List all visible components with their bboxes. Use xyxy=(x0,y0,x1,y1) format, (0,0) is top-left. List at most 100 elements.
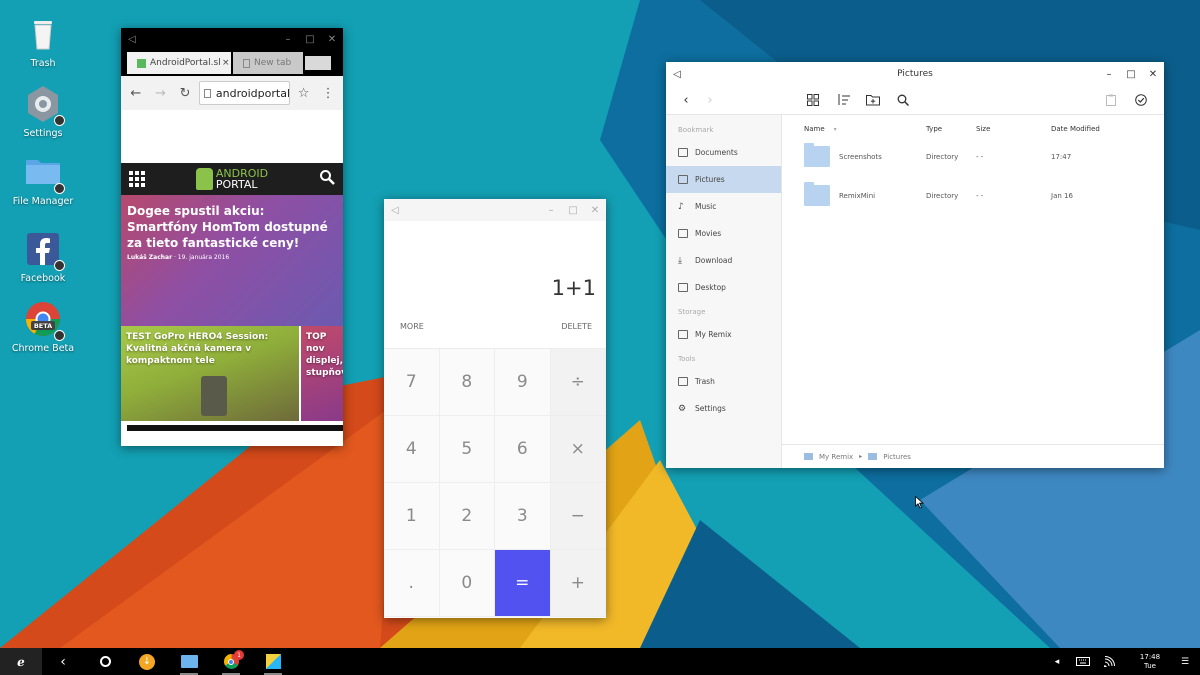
key-equals[interactable]: = xyxy=(495,550,551,617)
column-date-modified[interactable]: Date Modified xyxy=(1051,125,1100,133)
minimize-button[interactable]: – xyxy=(277,28,299,50)
clock-day: Tue xyxy=(1144,661,1156,670)
column-type[interactable]: Type xyxy=(926,125,976,133)
keyboard-icon[interactable] xyxy=(1070,657,1096,666)
sort-icon[interactable] xyxy=(828,86,858,114)
tab-androidportal[interactable]: AndroidPortal.sk × xyxy=(127,52,231,74)
new-tab-button[interactable] xyxy=(305,56,331,70)
search-icon[interactable] xyxy=(888,86,918,114)
sidebar-item-movies[interactable]: Movies xyxy=(666,220,781,247)
start-menu-button[interactable]: ℯ xyxy=(0,648,42,675)
sidebar-item-settings[interactable]: ⚙ Settings xyxy=(666,395,781,422)
folder-icon xyxy=(804,182,830,206)
sub-article-headline[interactable]: TEST GoPro HERO4 Session: Kvalitná akčná… xyxy=(126,331,295,367)
file-row[interactable]: Screenshots Directory - - 17:47 xyxy=(782,137,1164,176)
key-1[interactable]: 1 xyxy=(384,483,440,550)
sidebar-item-download[interactable]: ⤓ Download xyxy=(666,247,781,274)
key-2[interactable]: 2 xyxy=(439,483,495,550)
tab-close-icon[interactable]: × xyxy=(222,58,230,68)
sidebar-item-desktop[interactable]: Desktop xyxy=(666,274,781,301)
key-decimal[interactable]: . xyxy=(384,550,440,617)
sidebar-item-pictures[interactable]: Pictures xyxy=(666,166,781,193)
file-name: Screenshots xyxy=(839,152,882,161)
more-button[interactable]: MORE xyxy=(400,322,424,331)
minimize-button[interactable]: – xyxy=(540,199,562,221)
desktop-icon-facebook[interactable]: Facebook xyxy=(0,229,86,284)
sub-article-top[interactable]: TOP nov displej, stupňov xyxy=(301,326,343,421)
key-7[interactable]: 7 xyxy=(384,349,440,416)
menu-dots-icon[interactable]: ⋮ xyxy=(317,81,339,105)
main-article-headline[interactable]: Dogee spustil akciu: Smartfóny HomTom do… xyxy=(127,203,337,251)
site-logo[interactable]: ANDROID PORTAL xyxy=(195,168,268,190)
home-button[interactable] xyxy=(84,648,126,675)
key-divide[interactable]: ÷ xyxy=(550,349,606,416)
back-triangle-icon[interactable]: ◁ xyxy=(384,199,406,221)
key-6[interactable]: 6 xyxy=(495,416,551,483)
sidebar-section-title: Storage xyxy=(678,308,706,316)
key-multiply[interactable]: × xyxy=(550,416,606,483)
file-row[interactable]: RemixMini Directory - - Jan 16 xyxy=(782,176,1164,215)
network-icon[interactable] xyxy=(1096,656,1122,667)
calculator-window[interactable]: ◁ – □ ✕ 1+1 MORE DELETE 7 8 9 ÷ 4 5 6 × … xyxy=(384,199,606,618)
sidebar-item-music[interactable]: ♪ Music xyxy=(666,193,781,220)
close-button[interactable]: ✕ xyxy=(321,28,343,50)
desktop-icon-file-manager[interactable]: File Manager xyxy=(0,152,86,207)
key-minus[interactable]: − xyxy=(550,483,606,550)
chrome-toolbar: ← → ↻ androidportal.sk ☆ ⋮ xyxy=(121,76,343,110)
tab-new-tab[interactable]: New tab xyxy=(233,52,303,74)
select-check-icon[interactable] xyxy=(1126,86,1156,114)
key-0[interactable]: 0 xyxy=(439,550,495,617)
close-button[interactable]: ✕ xyxy=(584,199,606,221)
key-8[interactable]: 8 xyxy=(439,349,495,416)
file-size: - - xyxy=(976,152,984,161)
key-3[interactable]: 3 xyxy=(495,483,551,550)
clipboard-icon[interactable] xyxy=(1096,86,1126,114)
file-manager-window[interactable]: ◁ Pictures – □ ✕ ‹ › Bookmark Documents … xyxy=(666,62,1164,468)
breadcrumb-item[interactable]: My Remix xyxy=(819,453,853,461)
key-plus[interactable]: + xyxy=(550,550,606,617)
grid-view-icon[interactable] xyxy=(798,86,828,114)
main-article[interactable]: Dogee spustil akciu: Smartfóny HomTom do… xyxy=(121,195,343,326)
breadcrumb-item[interactable]: Pictures xyxy=(883,453,911,461)
window-title: Pictures xyxy=(897,69,933,79)
sidebar-item-documents[interactable]: Documents xyxy=(666,139,781,166)
back-triangle-icon[interactable]: ◁ xyxy=(121,28,143,50)
forward-arrow-icon[interactable]: → xyxy=(150,81,172,105)
delete-button[interactable]: DELETE xyxy=(561,322,592,331)
sub-article-headline[interactable]: TOP nov displej, stupňov xyxy=(306,331,343,379)
desktop-icon-settings[interactable]: Settings xyxy=(0,84,86,139)
nav-back-icon[interactable]: ‹ xyxy=(674,86,698,114)
file-manager-titlebar[interactable]: ◁ Pictures – □ ✕ xyxy=(666,62,1164,86)
column-name[interactable]: Name ▾ xyxy=(782,125,926,133)
column-size[interactable]: Size xyxy=(976,125,1051,133)
taskbar-app-downloads[interactable]: ↓ xyxy=(126,648,168,675)
taskbar-app-chrome[interactable]: 1 xyxy=(210,648,252,675)
notifications-menu-icon[interactable]: ☰ xyxy=(1170,657,1200,667)
maximize-button[interactable]: □ xyxy=(299,28,321,50)
key-5[interactable]: 5 xyxy=(439,416,495,483)
nav-forward-icon[interactable]: › xyxy=(698,86,722,114)
sidebar-item-my-remix[interactable]: My Remix xyxy=(666,321,781,348)
back-button[interactable]: ‹ xyxy=(42,648,84,675)
back-arrow-icon[interactable]: ← xyxy=(125,81,147,105)
calculator-titlebar[interactable]: ◁ – □ ✕ xyxy=(384,199,606,221)
tray-expand-icon[interactable]: ◂ xyxy=(1044,657,1070,667)
sidebar-item-trash[interactable]: Trash xyxy=(666,368,781,395)
key-4[interactable]: 4 xyxy=(384,416,440,483)
search-icon[interactable] xyxy=(319,169,335,189)
star-icon[interactable]: ☆ xyxy=(293,81,315,105)
reload-icon[interactable]: ↻ xyxy=(174,81,196,105)
maximize-button[interactable]: □ xyxy=(562,199,584,221)
apps-grid-icon[interactable] xyxy=(129,171,145,187)
sub-article-gopro[interactable]: TEST GoPro HERO4 Session: Kvalitná akčná… xyxy=(121,326,299,421)
chrome-titlebar[interactable]: ◁ – □ ✕ xyxy=(121,28,343,50)
desktop-icon-trash[interactable]: Trash xyxy=(0,14,86,69)
key-9[interactable]: 9 xyxy=(495,349,551,416)
chrome-window[interactable]: ◁ – □ ✕ AndroidPortal.sk × New tab ← → ↻… xyxy=(121,28,343,446)
desktop-icon-chrome-beta[interactable]: BETA Chrome Beta xyxy=(0,299,86,354)
new-folder-icon[interactable] xyxy=(858,86,888,114)
taskbar-app-calculator[interactable] xyxy=(252,648,294,675)
omnibox-input[interactable]: androidportal.sk xyxy=(198,81,290,105)
clock[interactable]: 17:48 Tue xyxy=(1130,653,1170,671)
taskbar-app-file-manager[interactable] xyxy=(168,648,210,675)
